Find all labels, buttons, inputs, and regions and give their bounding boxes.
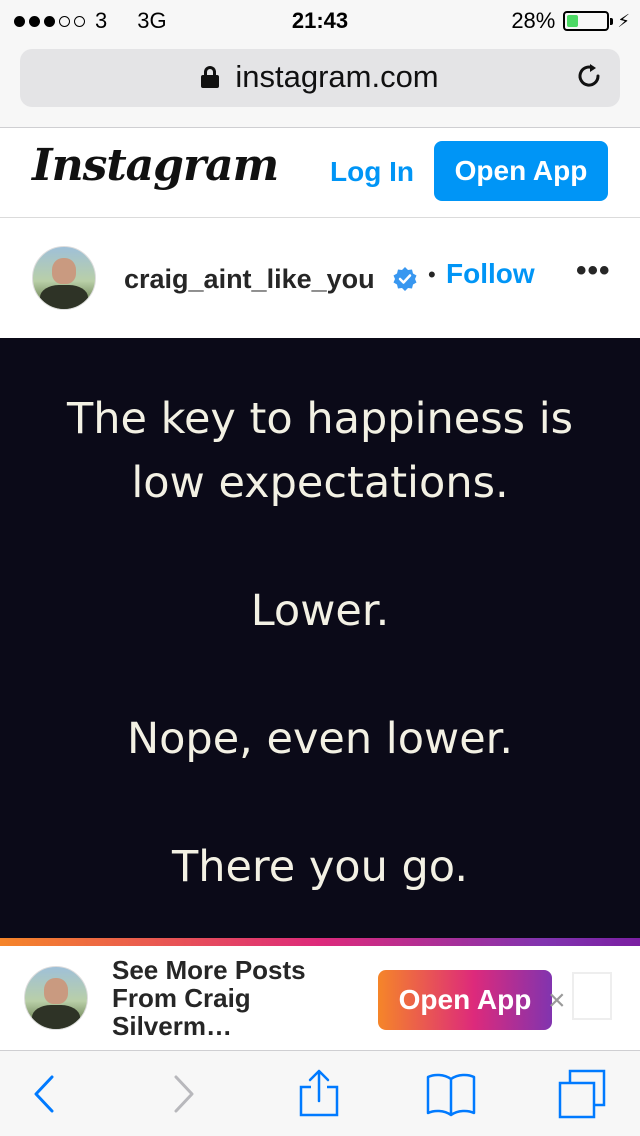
- instagram-logo[interactable]: Instagram: [32, 140, 279, 191]
- quote-line: low expectations.: [131, 458, 509, 508]
- instagram-header: Instagram Log In Open App: [0, 128, 640, 218]
- bookmarks-icon[interactable]: [426, 1069, 476, 1119]
- browser-toolbar: [0, 1050, 640, 1136]
- more-options-icon[interactable]: •••: [576, 254, 611, 288]
- banner-text: See More Posts From Craig Silverm…: [112, 955, 306, 1041]
- post-username[interactable]: craig_aint_like_you: [124, 264, 375, 295]
- status-bar: 3 3G 21:43 28% ⚡: [0, 0, 640, 40]
- back-icon[interactable]: [20, 1069, 70, 1119]
- verified-badge-icon: [393, 267, 417, 291]
- battery-percent: 28%: [511, 8, 556, 33]
- reload-icon[interactable]: [574, 61, 604, 91]
- open-app-button[interactable]: Open App: [434, 141, 608, 201]
- open-app-banner: See More Posts From Craig Silverm… Open …: [0, 946, 640, 1050]
- quote-line: The key to happiness is: [66, 394, 574, 444]
- address-bar[interactable]: instagram.com: [20, 49, 620, 107]
- separator-dot: •: [428, 262, 436, 287]
- login-link[interactable]: Log In: [330, 156, 414, 188]
- url-text[interactable]: instagram.com: [235, 59, 438, 95]
- battery-status: 28% ⚡: [511, 8, 630, 34]
- quote-line: There you go.: [171, 842, 469, 892]
- quote-line: Nope, even lower.: [126, 714, 514, 764]
- quote-line: Lower.: [250, 586, 390, 636]
- browser-address-area: instagram.com: [0, 40, 640, 128]
- url-display[interactable]: instagram.com: [20, 59, 620, 95]
- battery-fill: [567, 15, 578, 27]
- bookmark-icon: [572, 972, 612, 1020]
- charging-bolt-icon: ⚡: [617, 10, 630, 31]
- avatar: [24, 966, 88, 1030]
- forward-icon[interactable]: [158, 1069, 208, 1119]
- battery-tip: [610, 18, 614, 25]
- post-image[interactable]: The key to happiness is low expectations…: [0, 338, 640, 938]
- lock-icon: [201, 66, 220, 88]
- banner-open-app-button[interactable]: Open App: [378, 970, 552, 1030]
- avatar[interactable]: [32, 246, 96, 310]
- battery-icon: [563, 11, 614, 31]
- post-header: craig_aint_like_you • Follow •••: [0, 218, 640, 338]
- share-icon[interactable]: [294, 1069, 344, 1119]
- gradient-divider: [0, 938, 640, 946]
- close-icon[interactable]: ×: [548, 984, 566, 1018]
- tabs-icon[interactable]: [558, 1069, 608, 1119]
- follow-button[interactable]: Follow: [446, 258, 535, 290]
